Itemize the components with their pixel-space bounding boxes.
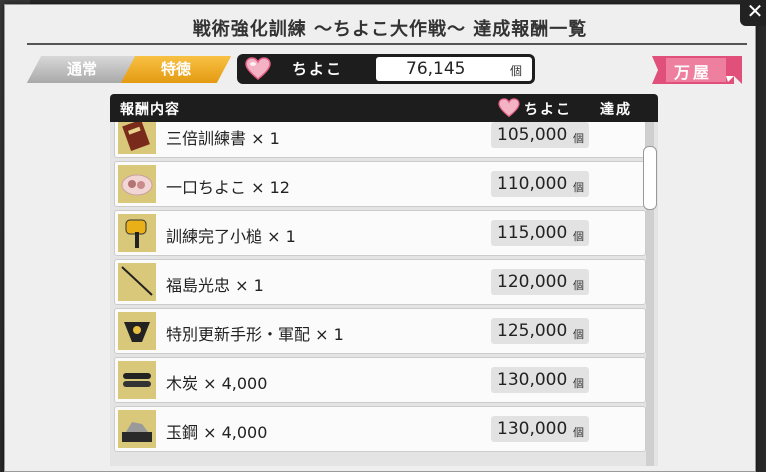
reward-price-box: 125,000 個 (491, 318, 589, 344)
reward-name: 福島光忠 × 1 (166, 276, 264, 295)
close-button[interactable]: ✕ (740, 0, 766, 26)
heart-icon (245, 57, 271, 80)
list-item: 福島光忠 × 1 120,000 個 (114, 259, 646, 305)
reward-price: 115,000 (497, 223, 568, 243)
currency-counter: ちよこ 76,145 個 (237, 54, 535, 84)
currency-unit: 個 (509, 64, 522, 78)
title-divider (27, 43, 747, 45)
tab-special-label: 特徳 (160, 60, 191, 78)
reward-price-box: 130,000 個 (491, 367, 589, 393)
heart-icon (498, 98, 520, 118)
mallet-icon (118, 214, 156, 252)
currency-name: ちよこ (292, 60, 344, 78)
reward-price: 130,000 (497, 419, 568, 439)
fan-icon (118, 312, 156, 350)
reward-price-box: 110,000 個 (491, 171, 589, 197)
list-item: 一口ちよこ × 12 110,000 個 (114, 161, 646, 207)
reward-unit: 個 (573, 132, 584, 145)
reward-unit: 個 (573, 230, 584, 243)
reward-price: 105,000 (497, 125, 568, 145)
sword-icon (118, 263, 156, 301)
reward-name: 三倍訓練書 × 1 (166, 129, 280, 148)
header-achieved: 達成 (600, 102, 632, 118)
currency-value: 76,145 (406, 59, 466, 79)
shop-label: 万屋 (674, 63, 713, 82)
tab-special[interactable]: 特徳 (120, 56, 232, 83)
reward-name: 特別更新手形・軍配 × 1 (166, 325, 344, 344)
reward-unit: 個 (573, 181, 584, 194)
reward-list[interactable]: 三倍訓練書 × 1 105,000 個 一口ちよこ × 12 110,000 個… (110, 122, 658, 466)
steel-icon (118, 410, 156, 448)
scroll-icon (118, 122, 156, 154)
reward-price: 125,000 (497, 321, 568, 341)
reward-name: 訓練完了小槌 × 1 (166, 227, 296, 246)
tab-normal[interactable]: 通常 (26, 56, 138, 83)
shop-button[interactable]: 万屋 (648, 54, 742, 86)
reward-name: 玉鋼 × 4,000 (166, 423, 268, 442)
list-header: 報酬内容 ちよこ 達成 (110, 94, 658, 122)
list-item: 木炭 × 4,000 130,000 個 (114, 357, 646, 403)
list-item: 特別更新手形・軍配 × 1 125,000 個 (114, 308, 646, 354)
charcoal-icon (118, 361, 156, 399)
dialog-title: 戦術強化訓練 ～ちよこ大作戦～ 達成報酬一覧 (192, 19, 588, 40)
reward-price: 110,000 (497, 174, 568, 194)
reward-price: 130,000 (497, 370, 568, 390)
reward-unit: 個 (573, 377, 584, 390)
reward-price-box: 130,000 個 (491, 416, 589, 442)
reward-price: 120,000 (497, 272, 568, 292)
scroll-thumb[interactable] (643, 146, 657, 210)
header-content: 報酬内容 (120, 102, 180, 118)
list-item: 三倍訓練書 × 1 105,000 個 (114, 122, 646, 158)
reward-unit: 個 (573, 279, 584, 292)
tab-normal-label: 通常 (66, 60, 97, 78)
reward-name: 一口ちよこ × 12 (166, 178, 290, 197)
list-item: 訓練完了小槌 × 1 115,000 個 (114, 210, 646, 256)
reward-name: 木炭 × 4,000 (166, 374, 268, 393)
reward-price-box: 120,000 個 (491, 269, 589, 295)
reward-price-box: 115,000 個 (491, 220, 589, 246)
reward-unit: 個 (573, 426, 584, 439)
header-currency: ちよこ (524, 102, 572, 118)
chocolate-icon (118, 165, 156, 203)
list-item: 玉鋼 × 4,000 130,000 個 (114, 406, 646, 452)
reward-price-box: 105,000 個 (491, 122, 589, 148)
currency-value-box: 76,145 個 (376, 57, 532, 81)
reward-unit: 個 (573, 328, 584, 341)
scrollbar[interactable] (643, 122, 657, 466)
